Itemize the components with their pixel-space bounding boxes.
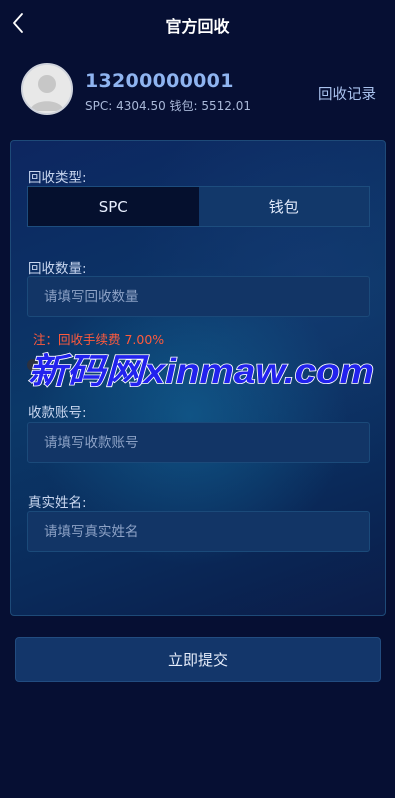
- submit-button[interactable]: 立即提交: [15, 637, 381, 682]
- amount-input[interactable]: [27, 276, 370, 317]
- type-label: 回收类型:: [28, 170, 87, 186]
- account-input[interactable]: [27, 422, 370, 463]
- user-balances: SPC: 4304.50 钱包: 5512.01: [85, 99, 252, 113]
- type-selector: SPC 钱包: [27, 186, 370, 227]
- user-phone: 13200000001: [85, 70, 234, 92]
- avatar: [21, 63, 73, 115]
- account-label: 收款账号:: [28, 405, 87, 421]
- watermark-dot: [27, 359, 39, 371]
- fee-note: 注：回收手续费 7.00%: [33, 332, 165, 347]
- header-bar: 官方回收: [0, 0, 395, 46]
- name-label: 真实姓名:: [28, 495, 87, 511]
- recycle-form-card: 回收类型: SPC 钱包 回收数量: 注：回收手续费 7.00% 收款账号: 真…: [10, 140, 386, 616]
- type-option-spc[interactable]: SPC: [28, 187, 199, 226]
- type-option-wallet[interactable]: 钱包: [198, 187, 369, 226]
- recycle-page: 官方回收 13200000001 SPC: 4304.50 钱包: 5512.0…: [0, 0, 395, 798]
- page-title: 官方回收: [165, 17, 230, 36]
- amount-label: 回收数量:: [28, 261, 87, 277]
- real-name-input[interactable]: [27, 511, 370, 552]
- default-user-avatar-icon: [23, 65, 71, 113]
- recycle-records-link[interactable]: 回收记录: [318, 83, 376, 104]
